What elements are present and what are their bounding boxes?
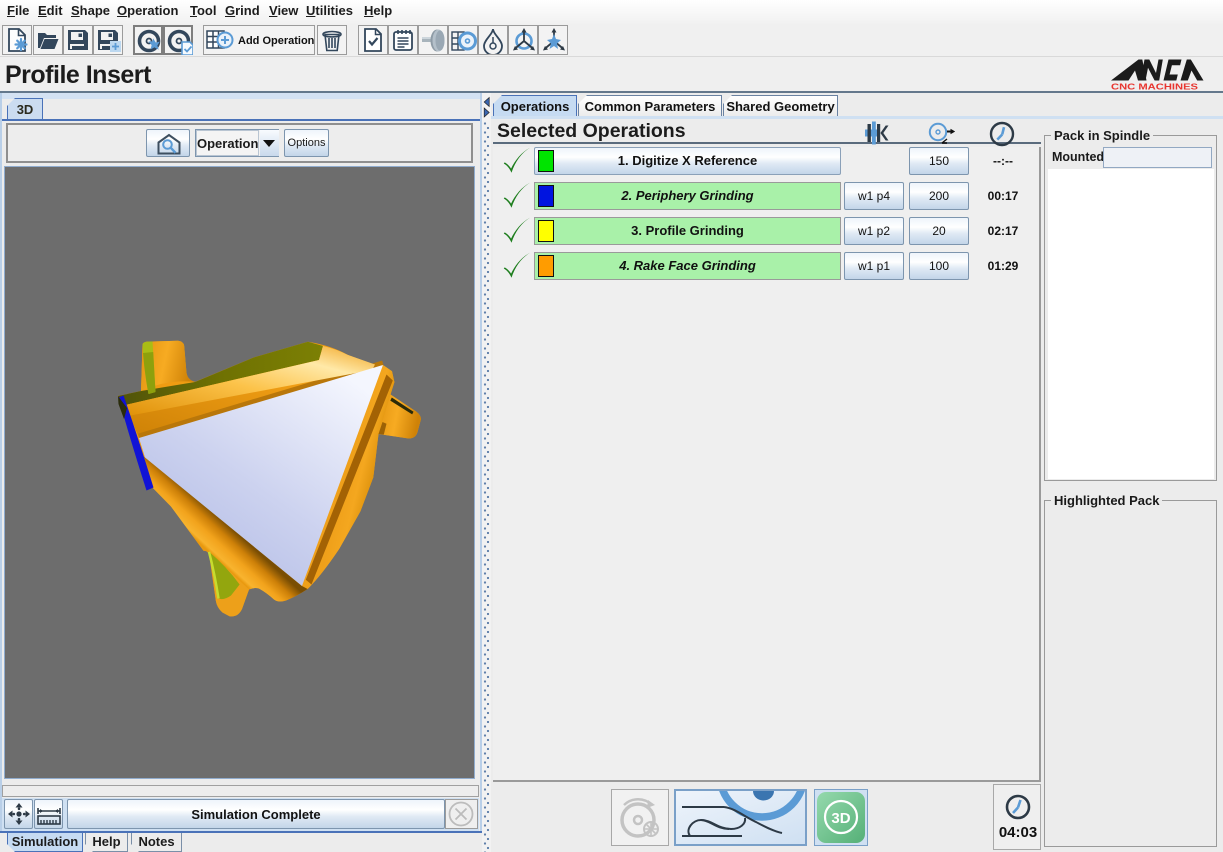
svg-text:3D: 3D bbox=[831, 810, 850, 827]
svg-text:CNC MACHINES: CNC MACHINES bbox=[1111, 82, 1198, 92]
